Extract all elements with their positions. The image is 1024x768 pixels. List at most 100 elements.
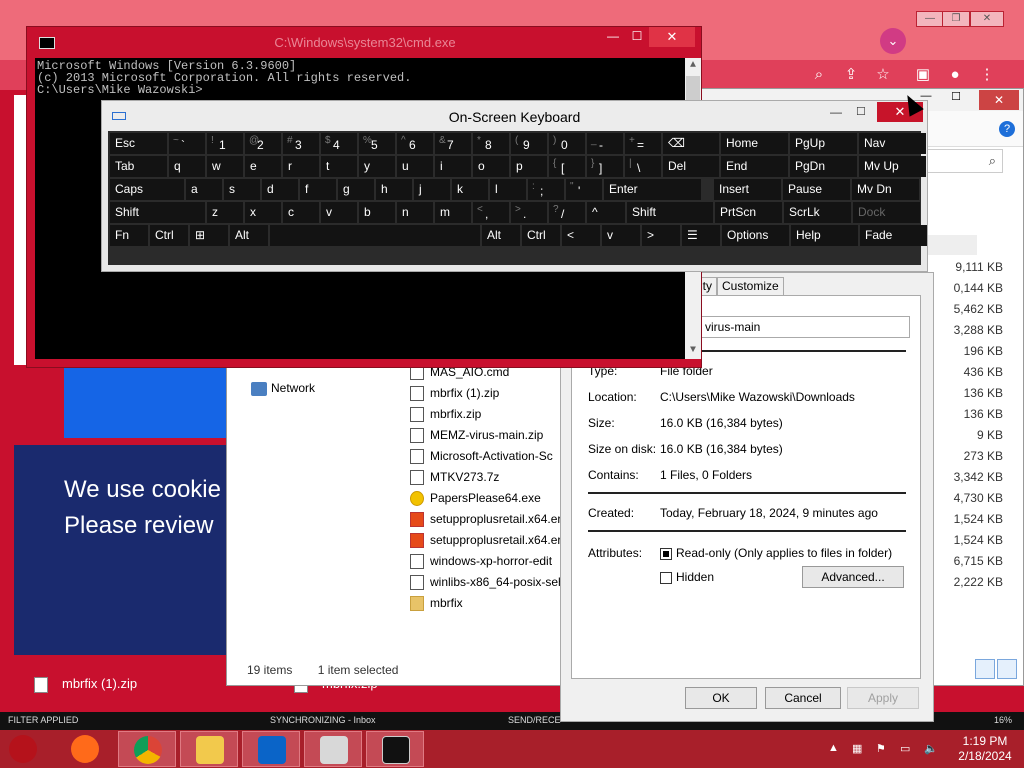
key-menu[interactable]: ☰ <box>682 225 720 246</box>
key-1[interactable]: ! 1 <box>207 133 243 154</box>
key-0[interactable]: ) 0 <box>549 133 585 154</box>
list-item[interactable]: mbrfix.zip <box>410 404 560 425</box>
key-mvup[interactable]: Mv Up <box>859 156 926 177</box>
display-icon[interactable]: ▭ <box>900 742 910 755</box>
taskbar-outlook[interactable] <box>242 731 300 767</box>
list-item[interactable]: mbrfix <box>410 593 560 614</box>
key-q[interactable]: q <box>169 156 205 177</box>
tiles-view-icon[interactable] <box>997 659 1017 679</box>
key-u[interactable]: u <box>397 156 433 177</box>
key-alt-right[interactable]: Alt <box>482 225 520 246</box>
profile-icon[interactable]: ● <box>944 64 966 86</box>
folder-name-field[interactable]: virus-main <box>700 316 910 338</box>
key-ctrl-right[interactable]: Ctrl <box>522 225 560 246</box>
key-left-arrow[interactable]: < <box>562 225 600 246</box>
key-scrlk[interactable]: ScrLk <box>784 202 851 223</box>
clock[interactable]: 1:19 PM 2/18/2024 <box>950 734 1020 764</box>
key-fn[interactable]: Fn <box>110 225 148 246</box>
key-o[interactable]: o <box>473 156 509 177</box>
key-3[interactable]: #3 <box>283 133 319 154</box>
cmd-maximize-button[interactable]: ☐ <box>627 29 647 43</box>
taskbar-chrome[interactable] <box>118 731 176 767</box>
sidebar-item-network[interactable]: Network <box>251 381 315 396</box>
key-x[interactable]: x <box>245 202 281 223</box>
key-g[interactable]: g <box>338 179 374 200</box>
show-hidden-icons-icon[interactable]: ▲ <box>828 742 839 754</box>
key-dock[interactable]: Dock <box>853 202 920 223</box>
browser-maximize-button[interactable]: ❐ <box>942 11 970 27</box>
key-h[interactable]: h <box>376 179 412 200</box>
hidden-checkbox[interactable] <box>660 571 672 584</box>
key-i[interactable]: i <box>435 156 471 177</box>
key-down-arrow[interactable]: v <box>602 225 640 246</box>
key-2[interactable]: @2 <box>245 133 281 154</box>
list-item[interactable]: setupproplusretail.x64.er <box>410 530 560 551</box>
share-icon[interactable]: ⇪ <box>840 64 862 86</box>
explorer-maximize-button[interactable]: ☐ <box>943 90 969 110</box>
key-pgdn[interactable]: PgDn <box>790 156 857 177</box>
osk-maximize-button[interactable]: ☐ <box>856 105 870 118</box>
browser-close-button[interactable]: ✕ <box>970 11 1004 27</box>
key-shift-right[interactable]: Shift <box>627 202 713 223</box>
key-j[interactable]: j <box>414 179 450 200</box>
key-esc[interactable]: Esc <box>110 133 167 154</box>
more-menu-icon[interactable]: ⋮ <box>976 64 998 86</box>
key-e[interactable]: e <box>245 156 281 177</box>
key-del[interactable]: Del <box>663 156 719 177</box>
key-right-arrow[interactable]: > <box>642 225 680 246</box>
key-windows[interactable]: ⊞ <box>190 225 228 246</box>
help-icon[interactable]: ? <box>999 121 1015 137</box>
key-fade[interactable]: Fade <box>860 225 927 246</box>
scroll-down-icon[interactable]: ▼ <box>685 343 701 359</box>
key-end[interactable]: End <box>721 156 788 177</box>
browser-minimize-button[interactable]: — <box>916 11 944 27</box>
key-nav[interactable]: Nav <box>859 133 926 154</box>
sidebar-icon[interactable]: ▣ <box>912 64 934 86</box>
key-l[interactable]: l <box>490 179 526 200</box>
key-r[interactable]: r <box>283 156 319 177</box>
taskbar-file-explorer[interactable] <box>180 731 238 767</box>
key-period[interactable]: >. <box>511 202 547 223</box>
chevron-down-icon[interactable]: ⌄ <box>880 28 906 54</box>
key-options[interactable]: Options <box>722 225 789 246</box>
key-home[interactable]: Home <box>721 133 788 154</box>
key-v[interactable]: v <box>321 202 357 223</box>
key-m[interactable]: m <box>435 202 471 223</box>
key-up-arrow[interactable]: ^ <box>587 202 625 223</box>
key-w[interactable]: w <box>207 156 243 177</box>
taskbar-firefox[interactable] <box>56 731 114 767</box>
key-quote[interactable]: " ' <box>566 179 602 200</box>
scrollbar-thumb[interactable] <box>686 76 700 100</box>
key-backspace[interactable]: ⌫ <box>663 133 719 154</box>
taskbar-cmd[interactable] <box>366 731 424 767</box>
explorer-close-button[interactable]: ✕ <box>979 90 1019 110</box>
key-comma[interactable]: <, <box>473 202 509 223</box>
key-mvdn[interactable]: Mv Dn <box>852 179 919 200</box>
cmd-minimize-button[interactable]: — <box>603 29 623 43</box>
key-k[interactable]: k <box>452 179 488 200</box>
key-z[interactable]: z <box>207 202 243 223</box>
key-lbracket[interactable]: {[ <box>549 156 585 177</box>
key-t[interactable]: t <box>321 156 357 177</box>
advanced-button[interactable]: Advanced... <box>802 566 904 588</box>
list-item[interactable]: MEMZ-virus-main.zip <box>410 425 560 446</box>
apply-button[interactable]: Apply <box>847 687 919 709</box>
flag-icon[interactable]: ⚑ <box>876 742 886 755</box>
key-prtscn[interactable]: PrtScn <box>715 202 782 223</box>
start-button[interactable] <box>0 731 52 767</box>
key-semicolon[interactable]: :; <box>528 179 564 200</box>
key-p[interactable]: p <box>511 156 547 177</box>
key-4[interactable]: $4 <box>321 133 357 154</box>
key-backtick[interactable]: ~ ` <box>169 133 205 154</box>
ok-button[interactable]: OK <box>685 687 757 709</box>
key-n[interactable]: n <box>397 202 433 223</box>
key-c[interactable]: c <box>283 202 319 223</box>
key-slash[interactable]: ? / <box>549 202 585 223</box>
key-a[interactable]: a <box>186 179 222 200</box>
key-alt-left[interactable]: Alt <box>230 225 268 246</box>
readonly-checkbox[interactable] <box>660 547 672 560</box>
cancel-button[interactable]: Cancel <box>765 687 841 709</box>
tab-customize[interactable]: Customize <box>717 277 784 295</box>
key-equals[interactable]: + = <box>625 133 661 154</box>
cmd-close-button[interactable]: ✕ <box>649 27 695 47</box>
